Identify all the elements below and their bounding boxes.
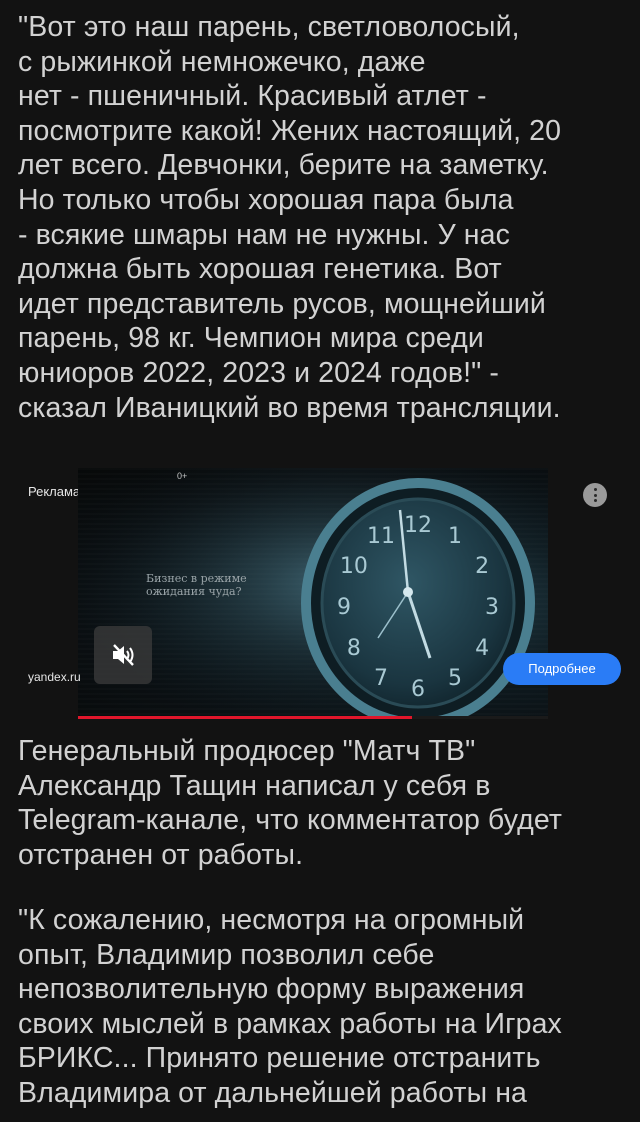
clock-numeral: 1 — [448, 524, 462, 549]
mute-button[interactable] — [94, 626, 152, 684]
more-vertical-icon[interactable] — [583, 483, 607, 507]
ad-progress-fill — [78, 716, 412, 719]
article-paragraph-producer: Генеральный продюсер "Матч ТВ" Александр… — [18, 735, 563, 871]
clock-numeral: 10 — [340, 554, 368, 579]
ad-domain[interactable]: yandex.ru — [28, 670, 81, 684]
clock-numeral: 4 — [475, 636, 489, 661]
ad-block[interactable]: Реклама 0+ 121234567891011 — [0, 468, 640, 724]
speaker-muted-icon — [113, 644, 134, 666]
clock-numeral: 9 — [337, 595, 351, 620]
clock-numeral: 11 — [367, 524, 395, 549]
clock-numeral: 3 — [485, 595, 499, 620]
ad-more-button[interactable]: Подробнее — [503, 653, 621, 685]
clock-numeral: 6 — [411, 677, 425, 702]
article-paragraph-quote: "Вот это наш парень, светловолосый, с ры… — [18, 11, 562, 424]
ad-progress-bar — [78, 716, 548, 719]
ad-video[interactable]: 0+ 121234567891011 Бизнес — [78, 468, 548, 718]
clock-numeral: 5 — [448, 666, 462, 691]
clock-numeral: 2 — [475, 554, 489, 579]
clock-numeral: 12 — [404, 513, 432, 538]
ad-caption: Бизнес в режиме ожидания чуда? — [146, 572, 247, 598]
ad-label: Реклама — [28, 484, 81, 499]
clock-numeral: 7 — [374, 666, 388, 691]
article-paragraph-statement: "К сожалению, несмотря на огромный опыт,… — [18, 904, 562, 1109]
clock-numeral: 8 — [347, 636, 361, 661]
